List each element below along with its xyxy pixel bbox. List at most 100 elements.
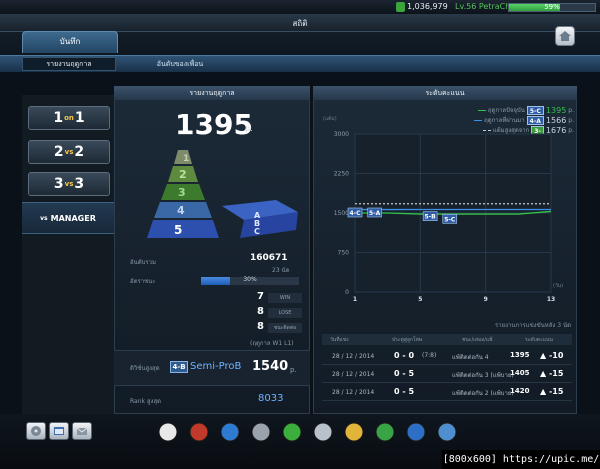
mode-2vs2-button[interactable]: 2 vs 2 (28, 140, 110, 164)
x-ticks: 1 5 9 13 (353, 296, 555, 303)
tier-label: 1 (183, 154, 189, 164)
boot-icon-shape (220, 422, 240, 442)
subtab-season-report[interactable]: รายงานฤดูกาล (22, 57, 116, 71)
mode-sep: vs (64, 180, 74, 188)
history-result: แพ้ติดต่อกัน 2 (แพ้บาย) (452, 390, 514, 397)
season-points-unit: p. (245, 124, 253, 133)
xp-bar: 59% (508, 3, 596, 12)
tier-label: 3 (178, 186, 186, 199)
cart-icon-shape (437, 422, 457, 442)
y-tick-label: 750 (338, 250, 350, 257)
trophy-dock-button[interactable] (249, 420, 273, 444)
rank-value: 160671 (250, 253, 288, 263)
rank-sub: 23 นัด (272, 267, 290, 274)
best-division-points: 1540 (252, 359, 289, 374)
y-tick-label: 0 (345, 289, 349, 296)
rank-label: อันดับรวม (130, 259, 156, 266)
x-tick-label: 9 (484, 296, 488, 303)
pen-icon-shape (406, 422, 426, 442)
xp-text: 59% (544, 3, 560, 11)
watermark: [800x600] https://upic.me/ (442, 450, 600, 469)
best-division-unit: p. (290, 366, 297, 374)
history-col-score: ประตูสู่ลูกโทษ (392, 337, 423, 343)
best-division-label: ดิวิชั่นสูงสุด (130, 365, 160, 372)
y-tick-label: 2250 (334, 171, 349, 178)
mode-3vs3-button[interactable]: 3 vs 3 (28, 172, 110, 196)
home-button[interactable] (555, 26, 575, 46)
history-date: 28 / 12 / 2014 (332, 389, 375, 396)
history-score: 0 - 5 (394, 369, 415, 378)
wins-count: 7 (257, 291, 264, 302)
home-icon (559, 31, 571, 41)
history-delta: ▲ -15 (540, 369, 564, 378)
mode-sep: vs (64, 148, 74, 156)
y-axis-label: (แต้ม) (323, 115, 337, 122)
mode-label: MANAGER (50, 213, 96, 223)
trophy-icon-shape (251, 422, 271, 442)
x-axis-label: (วัน) (553, 283, 563, 289)
settings-button[interactable] (26, 422, 46, 440)
friends-button[interactable] (49, 422, 69, 440)
rating-chart: (แต้ม) (วัน) 3000 2250 1500 750 0 1 5 9 13 4-C 5… (323, 115, 563, 303)
club-dock-button[interactable] (373, 420, 397, 444)
mode-sep: on (64, 114, 74, 122)
cards-icon-shape (313, 422, 333, 442)
history-col-rating: ระดับคะแนน (525, 337, 553, 343)
boot-dock-button[interactable] (218, 420, 242, 444)
point-badge-label: 5-B (425, 214, 437, 221)
best-rank-label: Rank สูงสุด (130, 398, 162, 405)
mode-num: 1 (74, 110, 85, 126)
whistle-dock-button[interactable] (187, 420, 211, 444)
ball-icon (158, 422, 178, 442)
badge-dock-button[interactable] (342, 420, 366, 444)
best-rank-value: 8033 (258, 393, 284, 404)
division-pyramid: 1 2 3 4 5 A B C (147, 150, 298, 238)
trophy-icon (251, 422, 271, 442)
history-score: 0 - 0 (394, 351, 415, 360)
mode-num: 1 (53, 110, 64, 126)
winrate-label: อัตราชนะ (130, 278, 156, 285)
tier-side-label: C (254, 227, 260, 236)
history-date: 28 / 12 / 2014 (332, 371, 375, 378)
tier-5 (147, 220, 219, 238)
ball-dock-button[interactable] (156, 420, 180, 444)
cards-icon (313, 422, 333, 442)
pyramid-dock-button[interactable] (280, 420, 304, 444)
streak-note: (ฤดูกาล W1 L1) (250, 340, 294, 347)
history-col-date: วันที่แข่ง (330, 337, 349, 343)
y-ticks: 3000 2250 1500 750 0 (334, 131, 349, 296)
history-date: 28 / 12 / 2014 (332, 353, 375, 360)
x-tick-label: 13 (547, 296, 555, 303)
history-col-result: ชนะ/เสมอ/แพ้ (462, 337, 493, 343)
mode-prefix: vs (40, 214, 48, 222)
history-result: แพ้ติดต่อกัน 4 (452, 354, 489, 361)
cart-dock-button[interactable] (435, 420, 459, 444)
point-badge-label: 5-C (444, 216, 456, 223)
history-points: 1395 (510, 351, 530, 359)
history-row: 28 / 12 / 2014 0 - 0 (7:8) แพ้ติดต่อกัน 4 13… (322, 347, 572, 365)
club-icon-shape (375, 422, 395, 442)
win-tag: WIN (268, 293, 302, 303)
tier-label: 2 (179, 168, 187, 181)
tier-label: 4 (177, 204, 185, 217)
cart-icon (437, 422, 457, 442)
badge-icon-shape (344, 422, 364, 442)
history-delta: ▲ -15 (540, 387, 564, 396)
draws-count: 8 (257, 321, 264, 332)
badge-icon (344, 422, 364, 442)
mode-vs-manager-button[interactable]: vs MANAGER (22, 202, 114, 234)
y-tick-label: 1500 (334, 210, 349, 217)
mode-1on1-button[interactable]: 1 on 1 (28, 106, 110, 130)
money-value: 1,036,979 (407, 2, 448, 11)
season-points: 1395 (175, 108, 253, 141)
history-points: 1420 (510, 387, 530, 395)
mail-button[interactable] (72, 422, 92, 440)
point-badge-label: 5-A (369, 210, 381, 217)
tab-records[interactable]: บันทึก (22, 31, 118, 53)
subtab-friend-ranking[interactable]: อันดับของเพื่อน (125, 57, 235, 71)
pen-dock-button[interactable] (404, 420, 428, 444)
history-extra: (7:8) (422, 352, 437, 359)
window-title: สถิติ (292, 19, 308, 28)
history-row: 28 / 12 / 2014 0 - 5 แพ้ติดต่อกัน 3 (แพ้บา… (322, 365, 572, 383)
cards-dock-button[interactable] (311, 420, 335, 444)
